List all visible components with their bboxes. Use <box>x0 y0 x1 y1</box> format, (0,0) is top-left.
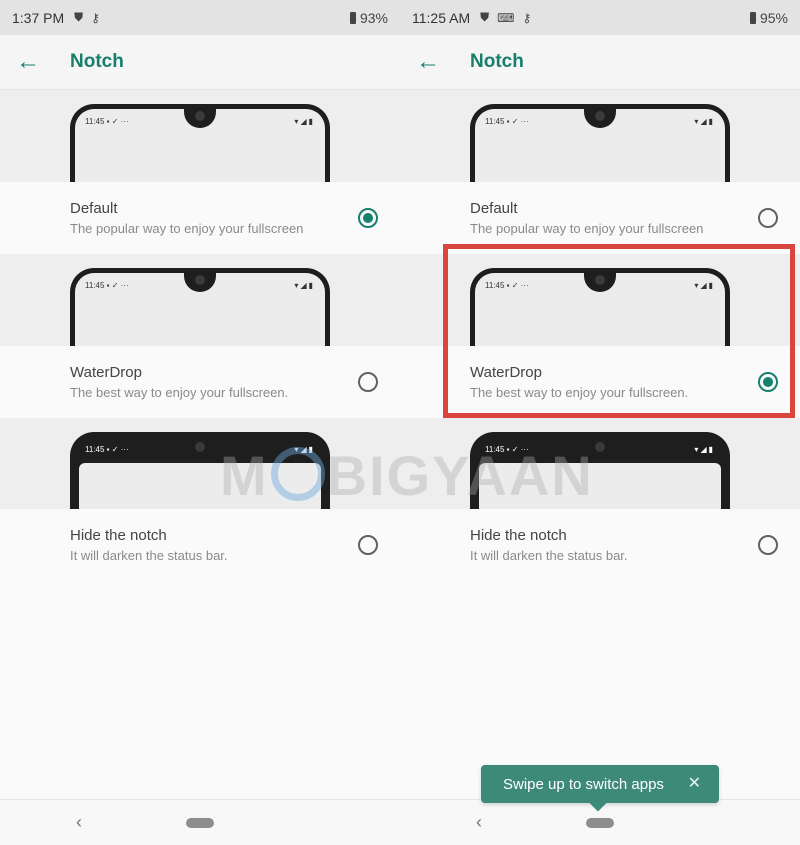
preview-hide-notch: 11:45 ▪ ✓ ··· ▾◢▮ <box>0 418 400 510</box>
status-time: 11:25 AM <box>412 9 471 26</box>
screen-left: 1:37 PM ⛊ ⚷ 93% ← Notch 11:45 ▪ ✓ ··· ▾◢… <box>0 0 400 845</box>
chevron-left-icon[interactable]: ‹ <box>76 812 82 833</box>
preview-waterdrop: 11:45 ▪ ✓ ··· ▾◢▮ <box>0 254 400 346</box>
phone-preview: 11:45 ▪ ✓ ··· ▾◢▮ <box>470 268 730 346</box>
phone-preview: 11:45 ▪ ✓ ··· ▾◢▮ <box>70 268 330 346</box>
option-title: Hide the notch <box>70 527 167 544</box>
vpn-key-icon: ⚷ <box>91 10 100 25</box>
option-default[interactable]: Default The popular way to enjoy your fu… <box>400 182 800 254</box>
preview-time: 11:45 <box>485 280 505 290</box>
preview-signal-icons: ▾◢▮ <box>694 116 715 126</box>
option-description: It will darken the status bar. <box>470 548 628 563</box>
back-arrow-icon[interactable]: ← <box>400 35 456 90</box>
preview-signal-icons: ▾◢▮ <box>294 444 315 454</box>
option-description: The best way to enjoy your fullscreen. <box>470 385 689 400</box>
option-default[interactable]: Default The popular way to enjoy your fu… <box>0 182 400 254</box>
page-title: Notch <box>470 51 524 72</box>
preview-default: 11:45 ▪ ✓ ··· ▾◢▮ <box>0 90 400 182</box>
radio-icon[interactable] <box>758 372 778 392</box>
preview-time: 11:45 <box>85 280 105 290</box>
preview-hide-notch: 11:45 ▪ ✓ ··· ▾◢▮ <box>400 418 800 510</box>
phone-preview: 11:45 ▪ ✓ ··· ▾◢▮ <box>70 432 330 510</box>
option-description: It will darken the status bar. <box>70 548 228 563</box>
radio-icon[interactable] <box>358 372 378 392</box>
home-pill-icon[interactable] <box>186 818 214 828</box>
radio-icon[interactable] <box>758 535 778 555</box>
radio-icon[interactable] <box>358 535 378 555</box>
option-hide-notch[interactable]: Hide the notch It will darken the status… <box>400 509 800 581</box>
preview-time: 11:45 <box>85 444 105 454</box>
preview-signal-icons: ▾◢▮ <box>294 280 315 290</box>
preview-signal-icons: ▾◢▮ <box>694 280 715 290</box>
chevron-left-icon[interactable]: ‹ <box>476 812 482 833</box>
keyboard-icon: ⌨ <box>497 10 515 25</box>
status-time: 1:37 PM <box>12 9 65 26</box>
app-bar: ← Notch <box>0 35 400 90</box>
option-title: WaterDrop <box>70 364 142 381</box>
vpn-key-icon: ⚷ <box>522 10 532 25</box>
status-bar: 11:25 AM ⛊ ⌨ ⚷ 95% <box>400 0 800 35</box>
preview-signal-icons: ▾◢▮ <box>294 116 315 126</box>
preview-waterdrop: 11:45 ▪ ✓ ··· ▾◢▮ <box>400 254 800 346</box>
phone-preview: 11:45 ▪ ✓ ··· ▾◢▮ <box>470 432 730 510</box>
screen-right: 11:25 AM ⛊ ⌨ ⚷ 95% ← Notch 11:45 ▪ ✓ ···… <box>400 0 800 845</box>
phone-preview: 11:45 ▪ ✓ ··· ▾◢▮ <box>70 104 330 182</box>
option-hide-notch[interactable]: Hide the notch It will darken the status… <box>0 509 400 581</box>
option-title: Hide the notch <box>470 527 567 544</box>
back-arrow-icon[interactable]: ← <box>0 35 56 90</box>
navigation-bar: ‹ <box>0 799 400 845</box>
toast-message: Swipe up to switch apps <box>503 775 664 793</box>
battery-indicator: 93% <box>349 9 388 26</box>
preview-default: 11:45 ▪ ✓ ··· ▾◢▮ <box>400 90 800 182</box>
option-title: Default <box>70 200 118 217</box>
page-title: Notch <box>70 51 124 72</box>
status-bar: 1:37 PM ⛊ ⚷ 93% <box>0 0 400 35</box>
swipe-hint-toast: Swipe up to switch apps ✕ <box>481 765 719 812</box>
battery-percent: 93% <box>359 9 388 26</box>
option-description: The popular way to enjoy your fullscreen <box>70 221 304 236</box>
battery-icon <box>349 11 356 24</box>
shield-icon: ⛊ <box>480 10 490 24</box>
shield-icon: ⛊ <box>74 10 84 24</box>
preview-time: 11:45 <box>485 444 505 454</box>
phone-preview: 11:45 ▪ ✓ ··· ▾◢▮ <box>470 104 730 182</box>
option-description: The popular way to enjoy your fullscreen <box>470 221 704 236</box>
close-icon[interactable]: ✕ <box>688 773 701 793</box>
preview-time: 11:45 <box>85 116 105 126</box>
battery-icon <box>749 11 756 24</box>
battery-percent: 95% <box>759 9 788 26</box>
app-bar: ← Notch <box>400 35 800 90</box>
option-waterdrop[interactable]: WaterDrop The best way to enjoy your ful… <box>400 346 800 418</box>
option-title: WaterDrop <box>470 364 542 381</box>
preview-signal-icons: ▾◢▮ <box>694 444 715 454</box>
battery-indicator: 95% <box>749 9 788 26</box>
radio-icon[interactable] <box>358 208 378 228</box>
home-pill-icon[interactable] <box>586 818 614 828</box>
option-waterdrop[interactable]: WaterDrop The best way to enjoy your ful… <box>0 346 400 418</box>
radio-icon[interactable] <box>758 208 778 228</box>
option-title: Default <box>470 200 518 217</box>
option-description: The best way to enjoy your fullscreen. <box>70 385 289 400</box>
preview-time: 11:45 <box>485 116 505 126</box>
